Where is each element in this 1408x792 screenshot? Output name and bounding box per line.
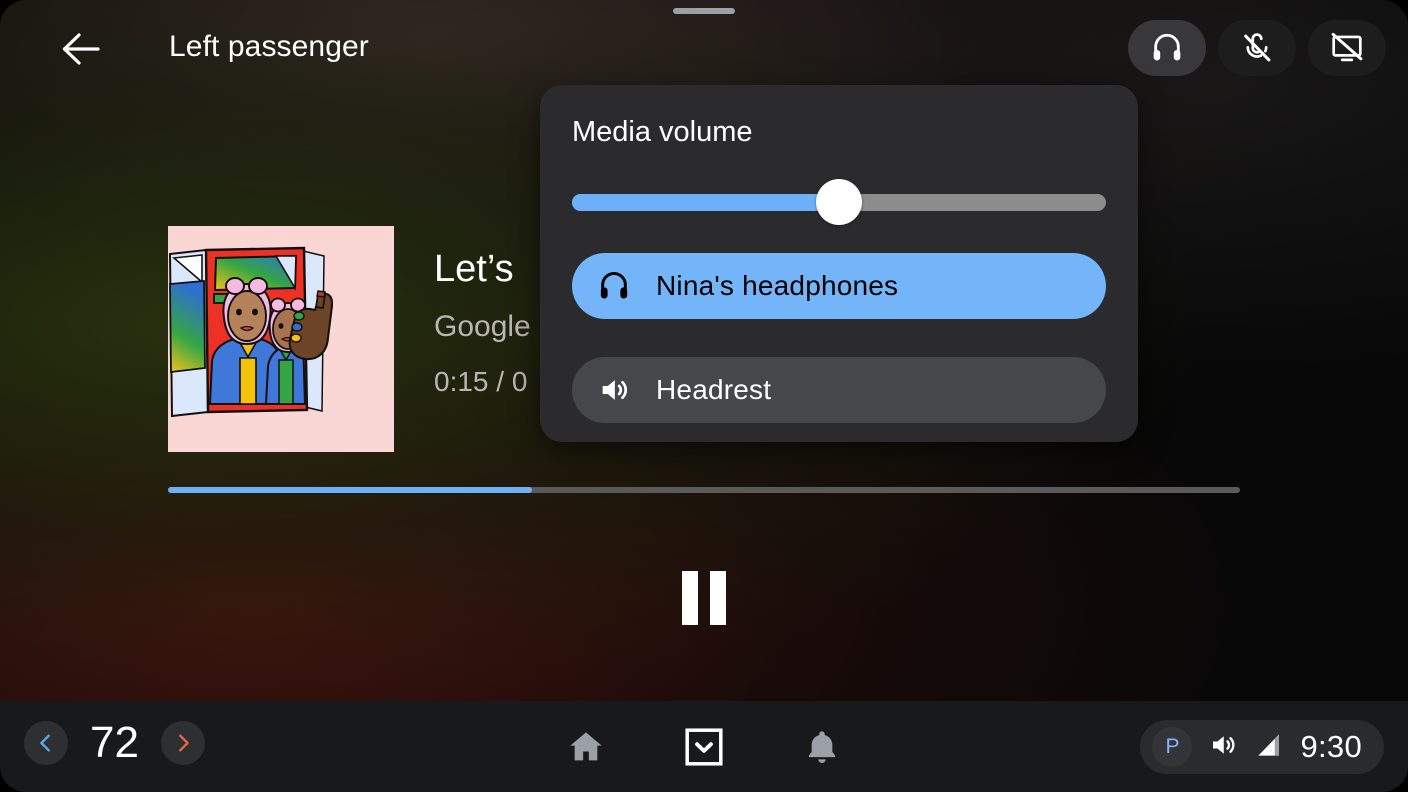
microphone-off-icon [1244, 33, 1271, 62]
media-app-surface: Left passenger Let’s Google 0:15 / 0 Med… [0, 0, 1408, 702]
home-button[interactable] [562, 723, 610, 771]
chevron-left-icon [40, 734, 50, 752]
album-artwork [168, 226, 394, 452]
system-nav-group [562, 723, 846, 771]
page-title: Left passenger [169, 30, 369, 63]
screen-off-icon [1331, 32, 1363, 62]
album-artwork-illustration [168, 226, 394, 452]
temperature-control: 72 [24, 721, 205, 765]
chevron-right-icon [179, 734, 189, 752]
headphones-icon [1153, 33, 1181, 61]
media-volume-panel: Media volume Nina's headphones Headrest [540, 85, 1138, 442]
screen-off-toggle[interactable] [1308, 20, 1386, 76]
volume-slider-fill [572, 194, 839, 211]
pause-icon-bar-right [710, 571, 726, 625]
speaker-icon[interactable] [1208, 730, 1238, 765]
chevron-down-boxed-icon [685, 728, 723, 766]
status-area[interactable]: P 9:30 [1140, 720, 1384, 774]
pause-icon-bar-left [682, 571, 698, 625]
volume-panel-title: Media volume [572, 116, 753, 148]
transport-controls [0, 556, 1408, 640]
car-media-screen: Left passenger Let’s Google 0:15 / 0 Med… [0, 0, 1408, 792]
pause-button[interactable] [662, 556, 746, 640]
headphones-icon [596, 269, 632, 303]
clock: 9:30 [1300, 729, 1362, 764]
system-bar: 72 P 9:30 [0, 701, 1408, 792]
playback-progress-bar[interactable] [168, 487, 1240, 493]
playback-progress-fill [168, 487, 533, 493]
temperature-decrease-button[interactable] [24, 721, 68, 765]
app-grid-button[interactable] [680, 723, 728, 771]
bell-icon [809, 731, 835, 763]
arrow-left-icon [62, 33, 100, 65]
signal-bars-icon[interactable] [1254, 730, 1284, 765]
speaker-icon [596, 373, 632, 407]
headphones-toggle[interactable] [1128, 20, 1206, 76]
output-device-nina-headphones[interactable]: Nina's headphones [572, 253, 1106, 319]
output-device-headrest[interactable]: Headrest [572, 357, 1106, 423]
media-volume-slider[interactable] [572, 179, 1106, 225]
app-top-bar: Left passenger [0, 0, 1408, 96]
home-icon [570, 732, 602, 761]
output-device-label: Nina's headphones [656, 270, 899, 301]
top-action-group [1128, 20, 1386, 76]
profile-badge[interactable]: P [1152, 727, 1193, 767]
temperature-increase-button[interactable] [160, 721, 205, 765]
notifications-button[interactable] [798, 723, 846, 771]
mic-off-toggle[interactable] [1218, 20, 1296, 76]
output-device-label: Headrest [656, 374, 772, 405]
temperature-value: 72 [90, 718, 139, 767]
back-button[interactable] [56, 24, 106, 74]
volume-slider-thumb[interactable] [816, 179, 862, 225]
